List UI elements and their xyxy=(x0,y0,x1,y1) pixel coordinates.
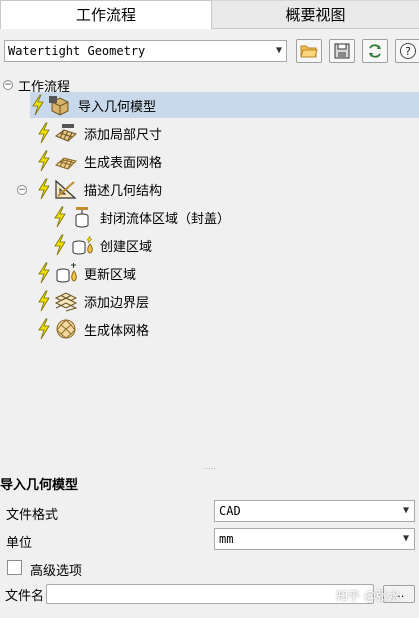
units-label: 单位 xyxy=(6,536,33,551)
lightning-icon xyxy=(38,178,50,200)
advanced-options-label: 高级选项 xyxy=(30,564,83,579)
workflow-select[interactable]: Watertight Geometry ▼ xyxy=(4,40,287,62)
file-format-select[interactable]: CAD ▼ xyxy=(214,500,415,522)
tab-workflow[interactable]: 工作流程 xyxy=(0,0,212,29)
chevron-down-icon: ▼ xyxy=(402,505,409,516)
tree-item-volume-mesh[interactable]: 生成体网格 xyxy=(36,316,149,342)
filename-input[interactable] xyxy=(46,584,374,604)
units-value: mm xyxy=(219,532,234,546)
units-select[interactable]: mm ▼ xyxy=(214,528,415,550)
volume-mesh-icon xyxy=(56,319,76,339)
advanced-options-checkbox[interactable] xyxy=(7,560,22,575)
create-region-icon xyxy=(72,235,93,255)
describe-geometry-icon xyxy=(55,179,77,199)
workflow-select-value: Watertight Geometry xyxy=(8,44,146,58)
file-format-label: 文件格式 xyxy=(6,508,59,523)
workflow-tree: − 工作流程 导入几何模型 添加局部尺寸 生成表面网格 − 描述几何结构 封闭流… xyxy=(0,72,419,464)
lightning-icon xyxy=(38,150,50,172)
tree-item-import-geometry[interactable]: 导入几何模型 xyxy=(30,92,419,118)
lightning-icon xyxy=(38,290,50,312)
save-button[interactable] xyxy=(329,39,355,63)
tree-item-update-region[interactable]: 更新区域 xyxy=(36,260,136,286)
tree-item-label: 更新区域 xyxy=(84,267,137,283)
help-icon: ? xyxy=(400,43,416,59)
tree-item-capping[interactable]: 封闭流体区域（封盖） xyxy=(52,204,230,230)
collapse-root-icon[interactable]: − xyxy=(3,80,13,90)
tree-item-label: 封闭流体区域（封盖） xyxy=(100,211,231,227)
tree-item-boundary-layer[interactable]: 添加边界层 xyxy=(36,288,149,314)
lightning-icon xyxy=(54,234,66,256)
file-format-value: CAD xyxy=(219,504,241,518)
save-icon xyxy=(334,43,350,59)
open-folder-icon xyxy=(300,45,318,58)
properties-title: 导入几何模型 xyxy=(0,478,79,493)
local-sizing-icon xyxy=(55,124,77,142)
refresh-button[interactable] xyxy=(362,39,388,63)
tree-item-describe-geometry[interactable]: 描述几何结构 xyxy=(36,176,162,202)
tree-item-label: 导入几何模型 xyxy=(78,99,157,115)
update-region-icon xyxy=(56,263,77,283)
watermark: 知乎 @张水 xyxy=(336,589,400,603)
panel-splitter[interactable]: ..... xyxy=(0,463,419,472)
tree-item-label: 添加边界层 xyxy=(84,295,150,311)
tree-item-label: 添加局部尺寸 xyxy=(84,127,163,143)
collapse-describe-geometry-icon[interactable]: − xyxy=(17,185,27,195)
tree-item-label: 创建区域 xyxy=(100,239,153,255)
tree-item-label: 生成表面网格 xyxy=(84,155,163,171)
tab-bar: 工作流程 概要视图 xyxy=(0,0,419,30)
lightning-icon xyxy=(38,318,50,340)
lightning-icon xyxy=(54,206,66,228)
chevron-down-icon: ▼ xyxy=(402,533,409,544)
open-folder-button[interactable] xyxy=(296,39,322,63)
import-geometry-icon xyxy=(49,96,69,116)
lightning-icon xyxy=(38,122,50,144)
surface-mesh-icon xyxy=(55,157,77,170)
filename-label: 文件名 xyxy=(5,589,45,604)
lightning-icon xyxy=(32,94,44,116)
tree-item-local-sizing[interactable]: 添加局部尺寸 xyxy=(36,120,162,146)
chevron-down-icon: ▼ xyxy=(275,45,282,56)
tab-outline-view[interactable]: 概要视图 xyxy=(212,0,419,29)
boundary-layer-icon xyxy=(54,292,78,312)
svg-text:?: ? xyxy=(405,45,411,58)
tree-item-label: 生成体网格 xyxy=(84,323,150,339)
capping-icon xyxy=(75,207,89,228)
toolbar: Watertight Geometry ▼ ? xyxy=(0,30,419,72)
tree-item-surface-mesh[interactable]: 生成表面网格 xyxy=(36,148,162,174)
tree-item-create-region[interactable]: 创建区域 xyxy=(52,232,152,258)
refresh-icon xyxy=(369,44,381,58)
lightning-icon xyxy=(38,262,50,284)
help-button[interactable]: ? xyxy=(395,39,419,63)
tree-item-label: 描述几何结构 xyxy=(84,183,163,199)
